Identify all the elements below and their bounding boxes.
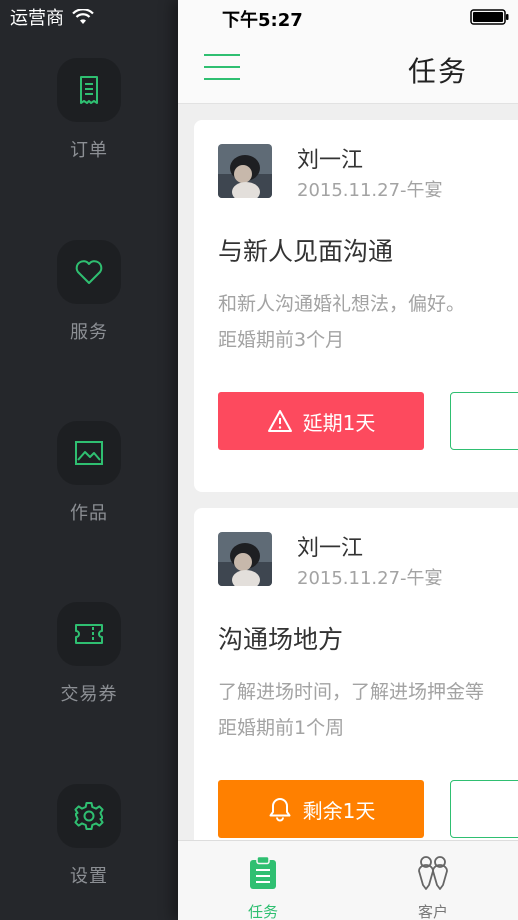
tab-label: 客户 bbox=[417, 903, 448, 920]
sidebar-item-label: 交易券 bbox=[60, 684, 118, 705]
task-card[interactable]: 刘一江 2015.11.27-午宴 与新人见面沟通 和新人沟通婚礼想法，偏好。 … bbox=[194, 120, 518, 492]
ticket-icon bbox=[75, 624, 103, 644]
avatar bbox=[218, 144, 272, 198]
menu-icon[interactable] bbox=[204, 54, 240, 80]
sidebar-item-label: 订单 bbox=[70, 140, 108, 161]
tab-tasks[interactable]: 任务 bbox=[178, 841, 348, 920]
sidebar-item-vouchers[interactable]: 交易券 bbox=[0, 602, 178, 706]
sidebar-item-settings[interactable]: 设置 bbox=[0, 784, 178, 888]
author-name: 刘一江 bbox=[297, 148, 364, 173]
task-countdown: 距婚期前1个周 bbox=[218, 717, 345, 739]
author-name: 刘一江 bbox=[297, 536, 364, 561]
clipboard-icon bbox=[250, 855, 276, 889]
task-date: 2015.11.27-午宴 bbox=[297, 568, 443, 589]
avatar-image bbox=[218, 144, 272, 198]
task-date: 2015.11.27-午宴 bbox=[297, 180, 443, 201]
status-time: 下午5:27 bbox=[222, 10, 303, 31]
sidebar-item-orders[interactable]: 订单 bbox=[0, 58, 178, 162]
receipt-icon bbox=[80, 76, 98, 104]
tab-label: 任务 bbox=[247, 903, 278, 920]
customers-icon bbox=[418, 856, 448, 890]
carrier-label: 运营商 bbox=[10, 8, 64, 29]
main-panel: 下午5:27 任务 刘一江 2015.11.27-午宴 与新人见面沟通 和新人沟… bbox=[178, 0, 518, 920]
gear-icon bbox=[74, 802, 104, 830]
task-description-text: 和新人沟通婚礼想法，偏好。 bbox=[218, 293, 466, 315]
warning-icon bbox=[267, 410, 292, 432]
sidebar-item-label: 设置 bbox=[70, 866, 108, 887]
tab-customers[interactable]: 客户 bbox=[348, 841, 518, 920]
bell-icon bbox=[269, 798, 291, 822]
sidebar-item-label: 服务 bbox=[70, 322, 108, 343]
image-icon bbox=[75, 441, 103, 465]
task-title: 沟通场地方 bbox=[218, 625, 344, 654]
task-description: 了解进场时间，了解进场押金等 距婚期前1个周 bbox=[218, 674, 518, 746]
task-card[interactable]: 刘一江 2015.11.27-午宴 沟通场地方 了解进场时间，了解进场押金等 距… bbox=[194, 508, 518, 880]
status-bar-left: 运营商 bbox=[10, 6, 94, 29]
heart-icon bbox=[75, 260, 103, 284]
sidebar-item-label: 作品 bbox=[70, 503, 108, 524]
task-description: 和新人沟通婚礼想法，偏好。 距婚期前3个月 bbox=[218, 286, 518, 358]
status-button-label: 延期1天 bbox=[302, 410, 376, 435]
avatar-image bbox=[218, 532, 272, 586]
wifi-icon bbox=[72, 9, 94, 24]
secondary-action-button[interactable] bbox=[450, 780, 518, 838]
sidebar-item-works[interactable]: 作品 bbox=[0, 421, 178, 525]
battery-icon bbox=[470, 9, 509, 25]
secondary-action-button[interactable] bbox=[450, 392, 518, 450]
avatar bbox=[218, 532, 272, 586]
status-bar: 下午5:27 bbox=[178, 0, 518, 32]
status-button-label: 剩余1天 bbox=[302, 798, 376, 823]
side-menu: 运营商 订单 服务 作品 交易券 设置 bbox=[0, 0, 178, 920]
nav-bar: 任务 bbox=[178, 32, 518, 104]
task-title: 与新人见面沟通 bbox=[218, 237, 394, 266]
overdue-status-button[interactable]: 延期1天 bbox=[218, 392, 424, 450]
task-countdown: 距婚期前3个月 bbox=[218, 329, 345, 351]
page-title: 任务 bbox=[408, 55, 469, 88]
remaining-status-button[interactable]: 剩余1天 bbox=[218, 780, 424, 838]
sidebar-item-services[interactable]: 服务 bbox=[0, 240, 178, 344]
task-description-text: 了解进场时间，了解进场押金等 bbox=[218, 681, 485, 703]
tab-bar: 任务 客户 bbox=[178, 840, 518, 920]
